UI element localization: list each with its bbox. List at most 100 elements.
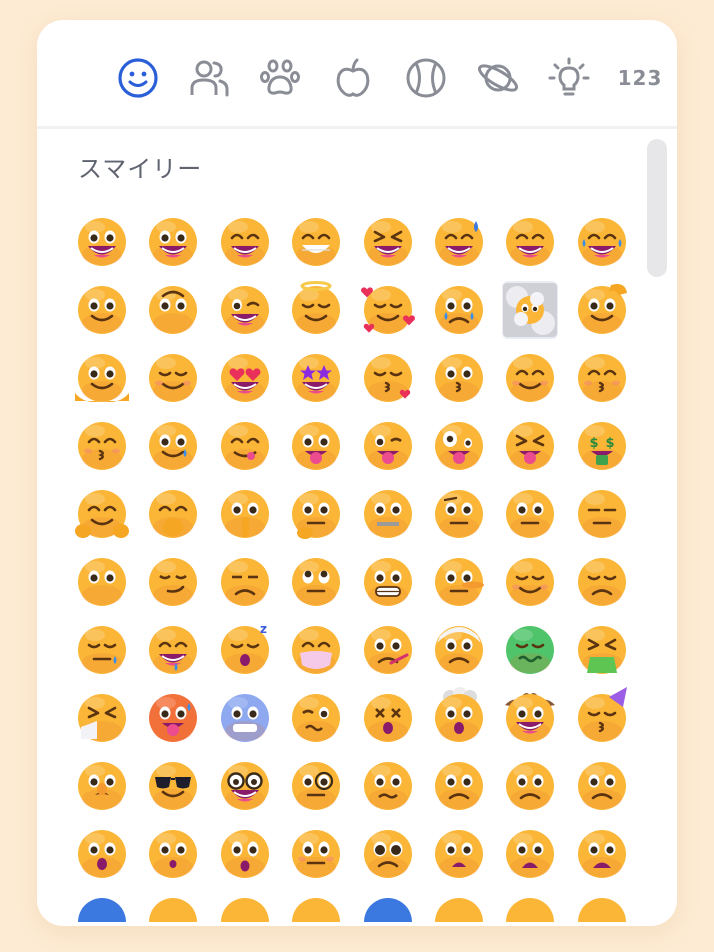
emoji-face-with-tongue[interactable] [288,417,344,475]
emoji-face-medical-mask[interactable] [288,621,344,679]
objects-tab[interactable] [544,53,594,103]
emoji-smiling-face-halo[interactable] [288,281,344,339]
emoji-frowning-face-open-mouth[interactable] [431,825,487,883]
emoji-flushed-face[interactable] [288,825,344,883]
emoji-smiling-face-open-hands[interactable] [74,485,130,543]
emoji-squinting-face-tongue[interactable] [502,417,558,475]
emoji-face-rolling-eyes[interactable] [288,553,344,611]
emoji-face-screaming[interactable] [360,893,416,926]
emoji-grinning-face[interactable] [74,213,130,271]
emoji-melting-face[interactable] [74,349,130,407]
emoji-confounded-face[interactable] [431,893,487,926]
emoji-smiling-face-hearts[interactable] [360,281,416,339]
emoji-face-tears-of-joy[interactable] [574,213,630,271]
scrollbar[interactable] [647,139,667,919]
emoji-winking-face[interactable] [217,281,273,339]
winking-face-icon [220,286,269,334]
emoji-face-monocle[interactable] [288,757,344,815]
emoji-smiling-face-heart-eyes[interactable] [217,349,273,407]
emoji-fearful-face[interactable] [574,825,630,883]
emoji-zipper-mouth-face[interactable] [360,485,416,543]
emoji-cold-face[interactable] [217,689,273,747]
emoji-face-in-clouds[interactable] [502,281,559,339]
emoji-smiling-face-closed-eyes[interactable] [502,349,558,407]
emoji-face-blowing-kiss[interactable] [360,349,416,407]
emoji-loudly-crying-face[interactable] [288,893,344,926]
emoji-face-open-mouth[interactable] [74,825,130,883]
emoji-nerd-face[interactable] [217,757,273,815]
emoji-worried-face[interactable] [431,757,487,815]
emoji-face-without-mouth[interactable] [74,553,130,611]
emoji-rolling-on-floor-laughing[interactable] [502,213,558,271]
emoji-upside-down-face[interactable] [145,281,201,339]
symbols-tab[interactable]: 123 [615,53,665,103]
travel-tab[interactable] [473,53,523,103]
emoji-sad-relieved-face[interactable] [145,893,201,926]
emoji-smiling-face[interactable] [145,349,201,407]
emoji-face-vomiting[interactable] [574,621,630,679]
emoji-anguished-face[interactable] [502,825,558,883]
emoji-winking-face-tongue[interactable] [360,417,416,475]
emoji-slightly-smiling-face[interactable] [74,281,130,339]
zipper-mouth-face-icon [363,490,412,538]
animals-tab[interactable] [255,53,305,103]
emoji-partying-face[interactable] [574,687,630,747]
emoji-kissing-face[interactable] [431,349,487,407]
emoji-persevering-face[interactable] [502,893,558,926]
emoji-grinning-face-big-eyes[interactable] [145,213,201,271]
emoji-kissing-face-smiling-eyes[interactable] [574,349,630,407]
emoji-grinning-face-sweat[interactable] [431,213,487,271]
emoji-grimacing-face[interactable] [360,553,416,611]
emoji-disappointed-face[interactable] [574,893,630,926]
emoji-confused-face[interactable] [360,757,416,815]
emoji-face-hand-over-mouth[interactable] [145,485,201,543]
emoji-thinking-face[interactable] [288,485,344,543]
emoji-disguised-face[interactable] [74,757,130,815]
emoji-woozy-face[interactable] [288,689,344,747]
emoji-expressionless-face[interactable] [574,485,630,543]
emoji-hushed-face[interactable] [145,825,201,883]
scrollbar-thumb[interactable] [647,139,667,277]
emoji-hot-face[interactable] [145,689,201,747]
emoji-grinning-face-smiling-eyes[interactable] [217,213,273,271]
emoji-star-struck[interactable] [288,349,344,407]
emoji-sneezing-face[interactable] [74,689,130,747]
emoji-beaming-face[interactable] [288,213,344,271]
activities-tab[interactable] [401,53,451,103]
emoji-relieved-face[interactable] [502,553,558,611]
emoji-pleading-face[interactable] [360,825,416,883]
emoji-money-mouth-face[interactable]: $ $ [574,417,630,475]
emoji-face-head-bandage[interactable] [431,621,487,679]
emoji-face-savoring-food[interactable] [217,417,273,475]
emoji-kissing-face-closed-eyes[interactable] [74,417,130,475]
emoji-cowboy-hat-face[interactable] [502,689,558,747]
smileys-tab[interactable] [113,53,163,103]
emoji-face-thermometer[interactable] [360,621,416,679]
emoji-smirking-face[interactable] [145,553,201,611]
emoji-smiling-face-tear[interactable] [145,417,201,475]
emoji-slightly-frowning-face[interactable] [502,757,558,815]
emoji-nauseated-face[interactable] [502,621,558,679]
emoji-sleepy-face[interactable] [74,621,130,679]
emoji-unamused-face[interactable] [217,553,273,611]
emoji-face-raised-eyebrow[interactable] [431,485,487,543]
emoji-zany-face[interactable] [431,417,487,475]
emoji-crying-face[interactable] [217,893,273,926]
emoji-saluting-face[interactable] [574,281,630,339]
emoji-grinning-squinting-face[interactable] [360,213,416,271]
emoji-lying-face[interactable] [431,553,487,611]
emoji-drooling-face[interactable] [145,621,201,679]
emoji-sleeping-face[interactable]: z [217,621,273,679]
emoji-frowning-face[interactable] [574,757,630,815]
emoji-anxious-face-sweat[interactable] [74,893,130,926]
emoji-neutral-face[interactable] [502,485,558,543]
emoji-face-holding-back-tears[interactable] [431,281,487,339]
emoji-face-crossed-out-eyes[interactable] [360,689,416,747]
emoji-astonished-face[interactable] [217,825,273,883]
emoji-pensive-face[interactable] [574,553,630,611]
people-tab[interactable] [184,53,234,103]
emoji-smiling-face-sunglasses[interactable] [145,757,201,815]
emoji-face-open-eyes-hand-over-mouth[interactable] [217,485,273,543]
emoji-exploding-head[interactable] [431,687,487,747]
food-tab[interactable] [328,53,378,103]
